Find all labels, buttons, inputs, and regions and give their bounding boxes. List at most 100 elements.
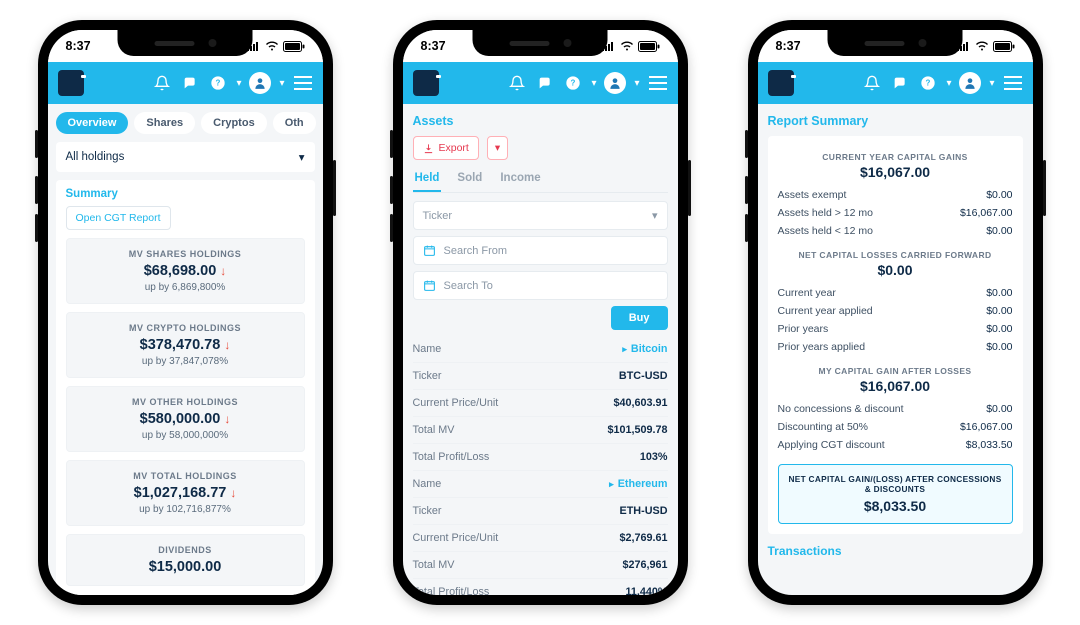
avatar-chevron-icon[interactable]: ▾ <box>634 78 639 89</box>
notch <box>473 30 608 56</box>
app-logo[interactable] <box>413 70 439 96</box>
avatar-chevron-icon[interactable]: ▾ <box>279 78 284 89</box>
notch <box>118 30 253 56</box>
mv-value: $378,470.78 <box>140 337 221 353</box>
screen: 8:37 ? ▾ ▾ Report Summary CURRENT YEAR C… <box>758 30 1033 595</box>
ticker-select[interactable]: Ticker ▾ <box>413 201 668 230</box>
help-icon[interactable]: ? <box>563 73 583 93</box>
row-value[interactable]: ▸Ethereum <box>609 478 667 490</box>
transactions-link[interactable]: Transactions <box>768 544 1023 558</box>
battery-icon <box>993 41 1015 52</box>
summary-card: Summary Open CGT Report MV SHARES HOLDIN… <box>56 180 315 595</box>
row-value: $0.00 <box>986 189 1012 201</box>
tab-shares[interactable]: Shares <box>134 112 195 134</box>
row-value: 11,440% <box>625 586 667 595</box>
svg-text:?: ? <box>216 79 221 88</box>
mv-sub: up by 102,716,877% <box>77 504 294 515</box>
arrow-down-icon: ↓ <box>230 486 236 500</box>
tab-held[interactable]: Held <box>413 168 442 192</box>
avatar-chevron-icon[interactable]: ▾ <box>989 78 994 89</box>
mv-value: $1,027,168.77 <box>134 485 227 501</box>
bell-icon[interactable] <box>507 73 527 93</box>
tab-overview[interactable]: Overview <box>56 112 129 134</box>
row-value: $16,067.00 <box>960 421 1013 433</box>
phone-mockup-assets: 8:37 ? ▾ ▾ Assets Export <box>393 20 688 605</box>
status-icons <box>247 41 305 52</box>
chat-icon[interactable] <box>535 73 555 93</box>
row-value: $0.00 <box>986 287 1012 299</box>
calendar-icon <box>423 279 436 292</box>
buy-button[interactable]: Buy <box>611 306 668 330</box>
row-value: $8,033.50 <box>966 439 1013 451</box>
export-button[interactable]: Export <box>413 136 479 160</box>
section-value: $16,067.00 <box>778 378 1013 394</box>
help-chevron-icon[interactable]: ▾ <box>946 78 951 89</box>
status-time: 8:37 <box>421 39 446 53</box>
menu-icon[interactable] <box>648 73 668 93</box>
holdings-select[interactable]: All holdings ▾ <box>56 142 315 172</box>
arrow-down-icon: ↓ <box>220 264 226 278</box>
row-value[interactable]: ▸Bitcoin <box>622 343 667 355</box>
avatar[interactable] <box>604 72 626 94</box>
row-key: Total Profit/Loss <box>413 451 490 463</box>
row-value: $0.00 <box>986 341 1012 353</box>
row-key: Prior years applied <box>778 341 866 353</box>
section-heading: MY CAPITAL GAIN AFTER LOSSES <box>778 366 1013 376</box>
mv-label: MV SHARES HOLDINGS <box>77 249 294 259</box>
row-key: Total MV <box>413 424 455 436</box>
mv-label: DIVIDENDS <box>77 545 294 555</box>
open-cgt-button[interactable]: Open CGT Report <box>66 206 171 230</box>
phone-mockup-overview: 8:37 ? ▾ ▾ Overview Shares Cryptos Oth <box>38 20 333 605</box>
app-bar: ? ▾ ▾ <box>403 62 678 104</box>
mv-sub: up by 6,869,800% <box>77 282 294 293</box>
section-value: $0.00 <box>778 262 1013 278</box>
app-bar: ? ▾ ▾ <box>758 62 1033 104</box>
section-value: $16,067.00 <box>778 164 1013 180</box>
row-key: Current year applied <box>778 305 873 317</box>
mv-value: $580,000.00 <box>140 411 221 427</box>
help-icon[interactable]: ? <box>208 73 228 93</box>
bell-icon[interactable] <box>152 73 172 93</box>
app-logo[interactable] <box>58 70 84 96</box>
row-value: BTC-USD <box>619 370 668 382</box>
avatar[interactable] <box>959 72 981 94</box>
svg-text:?: ? <box>926 79 931 88</box>
status-time: 8:37 <box>66 39 91 53</box>
to-placeholder: Search To <box>444 280 493 292</box>
notch <box>828 30 963 56</box>
arrow-down-icon: ↓ <box>224 338 230 352</box>
help-icon[interactable]: ? <box>918 73 938 93</box>
date-from-input[interactable]: Search From <box>413 236 668 265</box>
battery-icon <box>638 41 660 52</box>
help-chevron-icon[interactable]: ▾ <box>236 78 241 89</box>
chat-icon[interactable] <box>180 73 200 93</box>
row-value: $16,067.00 <box>960 207 1013 219</box>
mv-shares-card: MV SHARES HOLDINGS $68,698.00↓ up by 6,8… <box>66 238 305 304</box>
row-value: $101,509.78 <box>607 424 667 436</box>
category-tabs: Overview Shares Cryptos Oth <box>56 112 315 134</box>
app-logo[interactable] <box>768 70 794 96</box>
row-value: $0.00 <box>986 225 1012 237</box>
tab-cryptos[interactable]: Cryptos <box>201 112 267 134</box>
row-key: Current Price/Unit <box>413 397 499 409</box>
avatar[interactable] <box>249 72 271 94</box>
menu-icon[interactable] <box>1003 73 1023 93</box>
chat-icon[interactable] <box>890 73 910 93</box>
tab-other[interactable]: Oth <box>273 112 316 134</box>
ticker-placeholder: Ticker <box>423 210 453 222</box>
date-to-input[interactable]: Search To <box>413 271 668 300</box>
screen: 8:37 ? ▾ ▾ Assets Export <box>403 30 678 595</box>
row-value: ETH-USD <box>620 505 668 517</box>
row-key: Total Profit/Loss <box>413 586 490 595</box>
bell-icon[interactable] <box>862 73 882 93</box>
asset-tabs: Held Sold Income <box>413 168 668 193</box>
menu-icon[interactable] <box>293 73 313 93</box>
summary-title: Summary <box>66 188 305 200</box>
export-type-button[interactable]: ▾ <box>487 136 508 160</box>
row-value: $0.00 <box>986 323 1012 335</box>
tab-income[interactable]: Income <box>498 168 542 192</box>
row-value: 103% <box>640 451 668 463</box>
help-chevron-icon[interactable]: ▾ <box>591 78 596 89</box>
mv-crypto-card: MV CRYPTO HOLDINGS $378,470.78↓ up by 37… <box>66 312 305 378</box>
tab-sold[interactable]: Sold <box>455 168 484 192</box>
